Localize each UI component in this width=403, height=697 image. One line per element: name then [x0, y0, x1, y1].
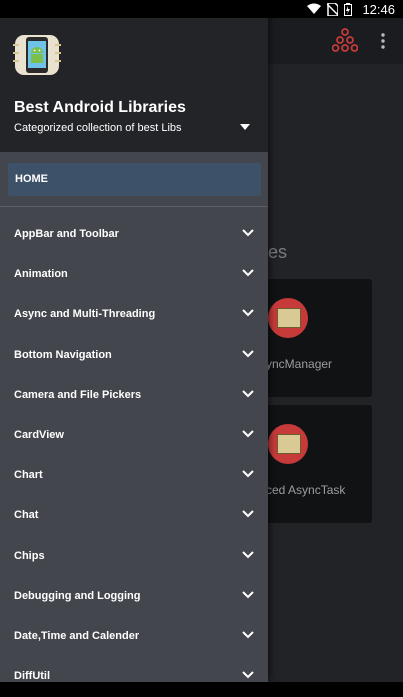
category-item[interactable]: Async and Multi-Threading [0, 295, 268, 335]
library-title: yncManager [266, 357, 333, 371]
category-label: Bottom Navigation [14, 348, 112, 361]
library-card[interactable]: ced AsyncTask [262, 405, 372, 523]
category-item[interactable]: Chips [0, 537, 268, 577]
category-item[interactable]: Animation [0, 255, 268, 295]
status-time: 12:46 [362, 1, 395, 17]
app-logo-icon [13, 35, 61, 75]
chevron-down-icon [242, 309, 254, 317]
status-bar: 12:46 [0, 0, 403, 18]
category-label: Date,Time and Calender [14, 629, 140, 642]
chevron-down-icon [242, 470, 254, 478]
no-sim-icon [327, 2, 339, 16]
chevron-down-icon [242, 671, 254, 679]
library-card[interactable]: yncManager [262, 279, 372, 397]
navigation-drawer: Best Android Libraries Categorized colle… [0, 0, 268, 682]
category-item[interactable]: Camera and File Pickers [0, 376, 268, 416]
chevron-down-icon [242, 269, 254, 277]
category-item[interactable]: DiffUtil [0, 657, 268, 697]
category-item[interactable]: Date,Time and Calender [0, 617, 268, 657]
wifi-icon [307, 3, 322, 14]
category-item[interactable]: Debugging and Logging [0, 577, 268, 617]
category-label: DiffUtil [14, 670, 51, 683]
library-avatar-icon [268, 424, 308, 464]
battery-icon [344, 2, 353, 16]
section-title: es [268, 242, 288, 262]
category-label: Animation [14, 268, 68, 281]
chevron-down-icon [242, 390, 254, 398]
category-label: Camera and File Pickers [14, 388, 142, 401]
chevron-down-icon [242, 349, 254, 357]
drawer-header: Best Android Libraries Categorized colle… [0, 0, 268, 152]
structure-icon[interactable] [332, 27, 358, 53]
overflow-menu-icon[interactable] [380, 33, 386, 49]
category-item[interactable]: AppBar and Toolbar [0, 215, 268, 255]
chevron-down-icon [242, 550, 254, 558]
category-item[interactable]: Chart [0, 456, 268, 496]
category-label: CardView [14, 428, 64, 441]
category-label: Debugging and Logging [14, 589, 141, 602]
chevron-down-icon [242, 430, 254, 438]
dropdown-arrow-icon[interactable] [240, 124, 250, 130]
category-list: AppBar and Toolbar Animation Async and M… [0, 215, 268, 697]
app-name: Best Android Libraries [14, 99, 186, 116]
drawer-divider [0, 206, 268, 207]
category-item[interactable]: Bottom Navigation [0, 336, 268, 376]
chevron-down-icon [242, 631, 254, 639]
library-title: ced AsyncTask [266, 483, 346, 497]
category-label: Chips [14, 549, 45, 562]
chevron-down-icon [242, 590, 254, 599]
app-subtitle: Categorized collection of best Libs [14, 122, 182, 134]
category-label: AppBar and Toolbar [14, 228, 119, 240]
category-label: Chart [14, 469, 43, 482]
category-item[interactable]: CardView [0, 416, 268, 456]
category-label: Async and Multi-Threading [14, 308, 156, 321]
chevron-down-icon [242, 229, 254, 237]
category-label: Chat [14, 509, 39, 522]
chevron-down-icon [242, 510, 254, 518]
drawer-item-home[interactable]: HOME [8, 163, 261, 196]
library-avatar-icon [268, 298, 308, 338]
category-item[interactable]: Chat [0, 496, 268, 536]
status-icons: 12:46 [307, 1, 395, 17]
